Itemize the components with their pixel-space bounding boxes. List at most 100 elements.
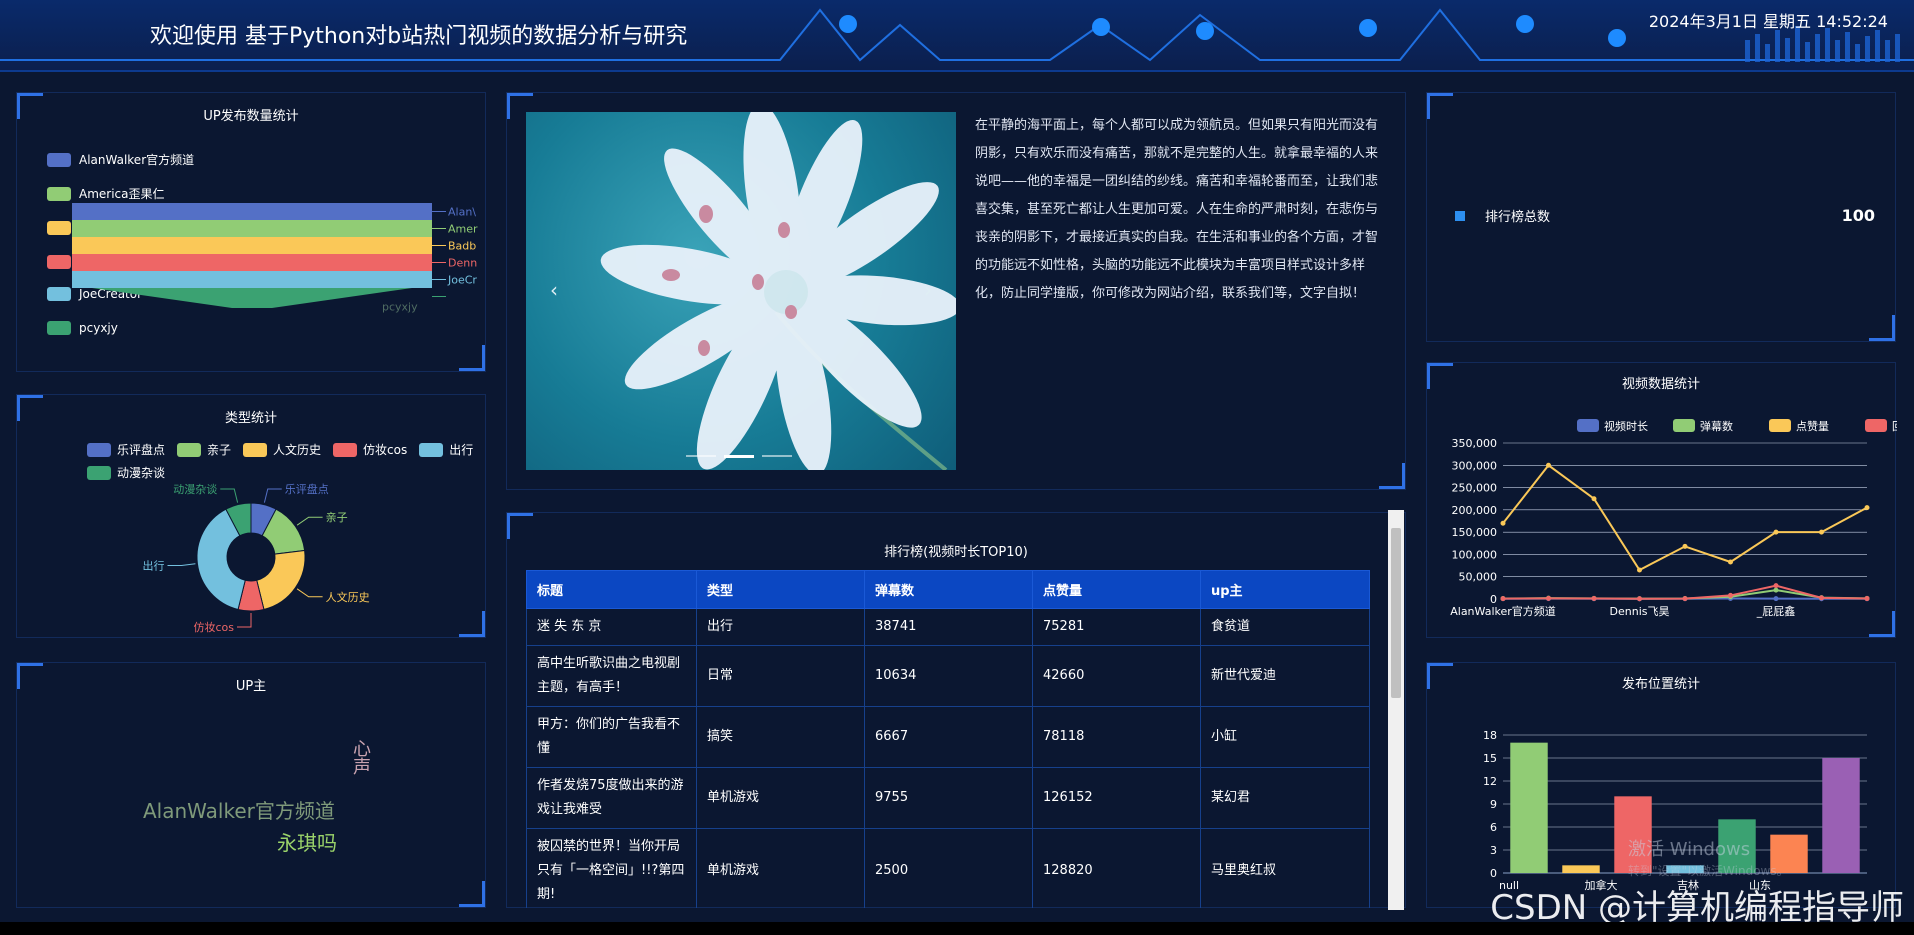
data-point[interactable] bbox=[1546, 595, 1551, 601]
up-publish-panel: UP发布数量统计 AlanWalker官方频道America歪果仁Badboy馆… bbox=[16, 92, 486, 372]
data-point[interactable] bbox=[1773, 583, 1779, 589]
carousel-next-button[interactable]: › bbox=[910, 272, 946, 308]
funnel-band[interactable] bbox=[72, 271, 432, 288]
funnel-band[interactable] bbox=[72, 237, 432, 254]
table-cell: 6667 bbox=[864, 706, 1033, 768]
type-donut-chart: 乐评盘点亲子人文历史仿妆cos 出行 动漫杂谈 bbox=[143, 482, 370, 634]
donut-slice[interactable] bbox=[256, 549, 306, 611]
table-cell: 甲方：你们的广告我看不懂 bbox=[526, 706, 697, 768]
carousel-prev-button[interactable]: ‹ bbox=[536, 272, 572, 308]
legend-swatch[interactable] bbox=[1673, 419, 1695, 432]
data-point[interactable] bbox=[1773, 587, 1779, 593]
windows-activation-hint: 转到"设置"以激活Windows。 bbox=[1628, 864, 1789, 878]
ranking-scrollbar[interactable] bbox=[1388, 510, 1404, 910]
data-point[interactable] bbox=[1591, 496, 1597, 502]
table-row[interactable]: 迷 失 东 京出行 38741 75281 食贫道 bbox=[526, 608, 1370, 646]
y-tick-label: 250,000 bbox=[1452, 482, 1498, 495]
bar[interactable] bbox=[1822, 758, 1860, 873]
image-carousel[interactable]: ‹ › bbox=[526, 112, 956, 470]
funnel-label: Amer bbox=[448, 223, 478, 236]
y-tick-label: 300,000 bbox=[1452, 459, 1498, 472]
table-cell: 迷 失 东 京 bbox=[526, 608, 697, 646]
carousel-dot[interactable] bbox=[762, 455, 792, 457]
data-point[interactable] bbox=[1819, 529, 1824, 535]
table-cell: 42660 bbox=[1032, 645, 1201, 707]
carousel-dot[interactable] bbox=[686, 455, 716, 457]
data-point[interactable] bbox=[1728, 559, 1733, 565]
table-row[interactable]: 作者发烧75度做出来的游戏让我难受 单机游戏 9755 126152 某幻君 bbox=[526, 767, 1370, 829]
table-cell: 78118 bbox=[1032, 706, 1201, 768]
column-header: 标题 bbox=[526, 570, 697, 609]
y-tick-label: 150,000 bbox=[1452, 526, 1498, 539]
donut-label: 乐评盘点 bbox=[285, 482, 329, 496]
funnel-band[interactable] bbox=[72, 220, 432, 237]
funnel-band[interactable] bbox=[92, 288, 412, 308]
table-cell: 小缸 bbox=[1200, 706, 1370, 768]
table-row[interactable]: 被囚禁的世界！当你开局只有「一格空间」!!?第四期! 单机游戏 2500 128820… bbox=[526, 828, 1370, 908]
donut-label-line bbox=[263, 488, 282, 503]
donut-label: 动漫杂谈 bbox=[173, 482, 217, 496]
table-cell: 作者发烧75度做出来的游戏让我难受 bbox=[526, 767, 697, 829]
ranking-table-wrapper[interactable]: 标题 类型 弹幕数 点赞量 up主 迷 失 东 京出行 38741 75281 食贫道… bbox=[526, 570, 1370, 908]
up-publish-funnel-chart: Alan\ Amer Badb Denn JoeCr pcyxjy bbox=[72, 203, 478, 314]
carousel-dot-active[interactable] bbox=[724, 455, 754, 458]
table-cell: 75281 bbox=[1032, 608, 1201, 646]
data-point[interactable] bbox=[1864, 596, 1870, 602]
legend-label: 点赞量 bbox=[1796, 420, 1829, 433]
table-cell: 10634 bbox=[864, 645, 1033, 707]
donut-label: 亲子 bbox=[326, 510, 348, 524]
y-tick-label: 350,000 bbox=[1452, 437, 1498, 450]
ranking-table-body: 迷 失 东 京出行 38741 75281 食贫道 高中生听歌识曲之电视剧主题，有高手！… bbox=[526, 608, 1370, 908]
table-cell: 单机游戏 bbox=[696, 767, 865, 829]
legend-label: 视频时长 bbox=[1604, 419, 1648, 433]
table-row[interactable]: 甲方：你们的广告我看不懂 搞笑 6667 78118 小缸 bbox=[526, 706, 1370, 768]
legend-swatch[interactable] bbox=[1769, 419, 1791, 432]
data-point[interactable] bbox=[1591, 595, 1597, 601]
y-tick-label: 15 bbox=[1483, 752, 1497, 765]
data-point[interactable] bbox=[1637, 567, 1642, 573]
type-stats-panel: 类型统计 乐评盘点 亲子 人文历史 仿妆cos 出行 动漫杂谈 乐评盘点 亲子 人文历史 仿妆c… bbox=[16, 394, 486, 638]
legend-swatch[interactable] bbox=[1577, 419, 1599, 432]
y-tick-label: 0 bbox=[1490, 867, 1497, 880]
data-point[interactable] bbox=[1682, 543, 1688, 549]
data-point[interactable] bbox=[1500, 596, 1506, 602]
data-point[interactable] bbox=[1773, 529, 1779, 535]
datetime-display: 2024年3月1日 星期五 14:52:24 bbox=[1648, 12, 1888, 31]
data-point[interactable] bbox=[1728, 592, 1733, 598]
wordcloud-word: AlanWalker官方频道 bbox=[143, 799, 335, 823]
bottom-bar bbox=[0, 922, 1914, 935]
data-point[interactable] bbox=[1546, 462, 1551, 468]
funnel-band[interactable] bbox=[72, 203, 432, 220]
bar[interactable] bbox=[1562, 865, 1600, 873]
table-cell: 搞笑 bbox=[696, 706, 865, 768]
table-cell: 9755 bbox=[864, 767, 1033, 829]
table-cell: 高中生听歌识曲之电视剧主题，有高手！ bbox=[526, 645, 697, 707]
donut-label-line bbox=[167, 563, 196, 566]
bar[interactable] bbox=[1510, 742, 1548, 873]
ranking-title: 排行榜(视频时长TOP10) bbox=[884, 545, 1028, 560]
legend-swatch[interactable] bbox=[1865, 419, 1887, 432]
table-row[interactable]: 高中生听歌识曲之电视剧主题，有高手！ 日常 10634 42660 新世代爱迪 bbox=[526, 645, 1370, 707]
up-owner-panel: UP主 AlanWalker官方频道 永琪吗 心声 bbox=[16, 662, 486, 908]
funnel-band[interactable] bbox=[72, 254, 432, 271]
data-point[interactable] bbox=[1682, 596, 1688, 602]
table-cell: 被囚禁的世界！当你开局只有「一格空间」!!?第四期! bbox=[526, 828, 697, 908]
donut-label: 人文历史 bbox=[326, 590, 370, 604]
column-header: 点赞量 bbox=[1032, 570, 1201, 609]
y-tick-label: 18 bbox=[1483, 729, 1497, 742]
data-point[interactable] bbox=[1637, 596, 1642, 602]
column-header: 类型 bbox=[696, 570, 865, 609]
scrollbar-thumb[interactable] bbox=[1391, 528, 1401, 698]
table-cell: 2500 bbox=[864, 828, 1033, 908]
data-point[interactable] bbox=[1819, 595, 1824, 601]
table-cell: 日常 bbox=[696, 645, 865, 707]
y-tick-label: 50,000 bbox=[1459, 571, 1498, 584]
video-stats-panel: 视频数据统计 0 50,000 100,000 150,000 200,000 250,0… bbox=[1426, 362, 1897, 638]
table-cell: 食贫道 bbox=[1200, 608, 1370, 646]
rank-total-value: 100 bbox=[1841, 206, 1875, 225]
data-point[interactable] bbox=[1500, 520, 1506, 526]
data-point[interactable] bbox=[1864, 505, 1870, 511]
data-point[interactable] bbox=[1773, 596, 1779, 602]
y-tick-label: 9 bbox=[1490, 798, 1497, 811]
table-cell: 126152 bbox=[1032, 767, 1201, 829]
